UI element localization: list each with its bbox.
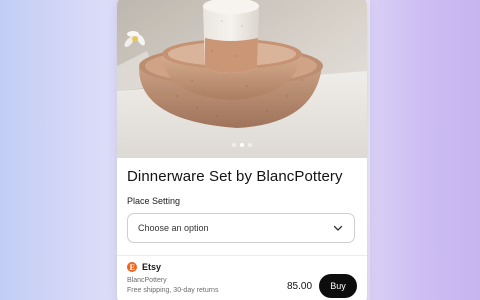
chevron-down-icon (333, 225, 343, 231)
background-left (0, 0, 118, 300)
carousel-dot[interactable] (248, 143, 252, 147)
divider (117, 255, 367, 256)
product-card: Dinnerware Set by BlancPottery Place Set… (117, 0, 367, 300)
product-image[interactable] (117, 0, 367, 158)
place-setting-label: Place Setting (127, 196, 181, 206)
background-right (370, 0, 480, 300)
seller-platform-name: Etsy (142, 262, 162, 272)
buy-button[interactable]: Buy (319, 274, 357, 298)
place-setting-select[interactable]: Choose an option (127, 213, 355, 243)
price: 85.00 (287, 281, 313, 292)
product-title: Dinnerware Set by BlancPottery (127, 168, 343, 185)
etsy-logo-icon: E (127, 262, 137, 272)
ceramic-bowls-image (117, 0, 367, 158)
select-placeholder: Choose an option (138, 223, 209, 233)
carousel-dots[interactable] (117, 143, 367, 147)
shipping-info: Free shipping, 30-day returns (127, 287, 219, 294)
shop-name: BlancPottery (127, 277, 167, 284)
seller-row[interactable]: E Etsy (127, 262, 161, 272)
carousel-dot-active[interactable] (240, 143, 244, 147)
carousel-dot[interactable] (232, 143, 236, 147)
